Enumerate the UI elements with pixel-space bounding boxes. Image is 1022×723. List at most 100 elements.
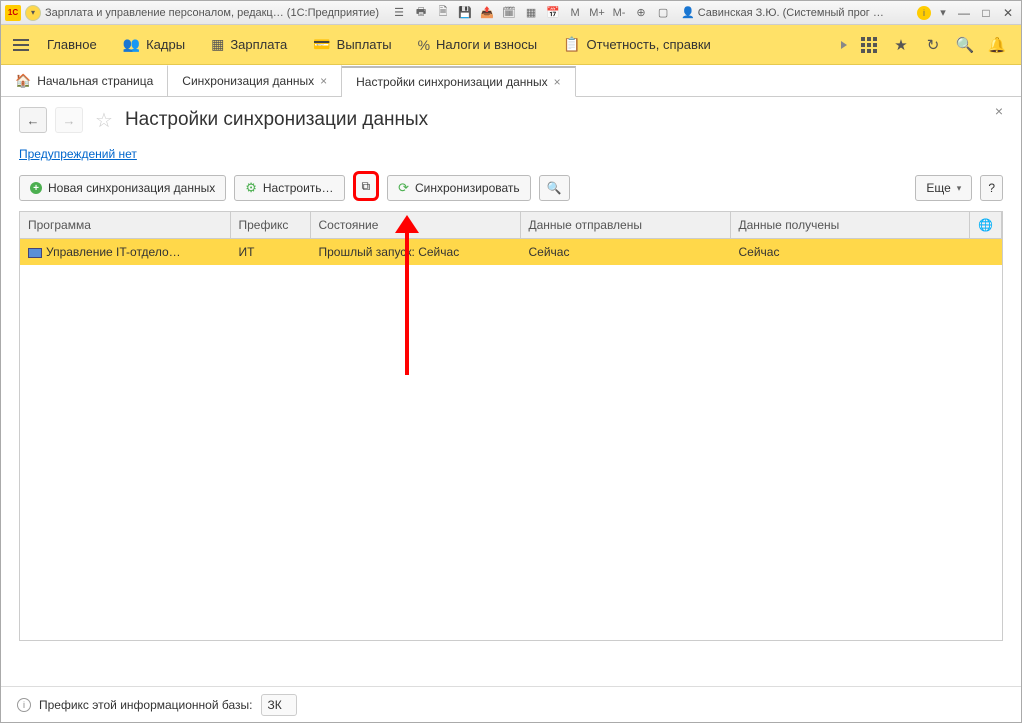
cell-program: Управление IT-отдело… xyxy=(46,245,181,259)
star-icon[interactable]: ★ xyxy=(891,35,911,55)
tab-sync-data[interactable]: Синхронизация данных × xyxy=(168,65,342,96)
new-sync-button[interactable]: + Новая синхронизация данных xyxy=(19,175,226,201)
main-navigation: Главное 👥 Кадры ▦ Зарплата 💳 Выплаты % Н… xyxy=(1,25,1021,65)
wallet-icon: 💳 xyxy=(313,36,330,53)
minimize-button[interactable]: — xyxy=(955,5,973,21)
save-icon[interactable]: 💾 xyxy=(457,5,473,21)
nav-forward-button[interactable]: → xyxy=(55,107,83,133)
document-tabs: 🏠 Начальная страница Синхронизация данны… xyxy=(1,65,1021,97)
globe-icon: 🌐 xyxy=(978,218,993,232)
titlebar-menu-icon[interactable]: ☰ xyxy=(391,5,407,21)
nav-payments[interactable]: 💳 Выплаты xyxy=(301,32,403,57)
user-name: Савинская З.Ю. (Системный прог … xyxy=(698,7,884,19)
info-circle-icon[interactable]: i xyxy=(17,698,31,712)
favorite-star-icon[interactable]: ☆ xyxy=(95,108,113,133)
col-prefix[interactable]: Префикс xyxy=(230,212,310,239)
tab-sync-settings[interactable]: Настройки синхронизации данных × xyxy=(342,66,576,97)
history-icon[interactable]: ↻ xyxy=(923,35,943,55)
cell-globe xyxy=(970,239,1002,266)
cell-sent: Сейчас xyxy=(520,239,730,266)
window-title: Зарплата и управление персоналом, редакц… xyxy=(45,7,379,19)
magnifier-refresh-icon: 🔍 xyxy=(547,181,562,195)
col-received[interactable]: Данные получены xyxy=(730,212,970,239)
apps-grid-icon[interactable] xyxy=(859,35,879,55)
synchronize-button[interactable]: ⟳ Синхронизировать xyxy=(387,175,531,201)
titlebar-dropdown-icon[interactable]: ▾ xyxy=(25,5,41,21)
nav-reports[interactable]: 📋 Отчетность, справки xyxy=(551,32,723,57)
nav-salary[interactable]: ▦ Зарплата xyxy=(199,32,299,57)
refresh-search-button[interactable]: 🔍 xyxy=(539,175,570,201)
tool1-icon[interactable]: 📤 xyxy=(479,5,495,21)
page-toolbar: + Новая синхронизация данных ⚙ Настроить… xyxy=(19,173,1003,203)
search-icon[interactable]: 🔍 xyxy=(955,35,975,55)
window-titlebar: 1C ▾ Зарплата и управление персоналом, р… xyxy=(1,1,1021,25)
home-icon: 🏠 xyxy=(15,73,31,89)
print-icon[interactable]: 🖶 xyxy=(413,5,429,21)
nav-back-button[interactable]: ← xyxy=(19,107,47,133)
m-plus-icon[interactable]: M+ xyxy=(589,5,605,21)
calendar-icon[interactable]: 📅 xyxy=(545,5,561,21)
nav-personnel[interactable]: 👥 Кадры xyxy=(111,32,197,57)
nav-main[interactable]: Главное xyxy=(35,33,109,56)
prefix-field[interactable]: ЗК xyxy=(261,694,297,716)
nav-salary-label: Зарплата xyxy=(230,37,287,52)
nav-reports-label: Отчетность, справки xyxy=(587,37,711,52)
configure-label: Настроить… xyxy=(263,181,334,195)
copy-sync-button[interactable]: ⧉ xyxy=(353,171,380,201)
plus-icon: + xyxy=(30,182,42,194)
tab-home-label: Начальная страница xyxy=(37,74,153,88)
zoom-icon[interactable]: ⊕ xyxy=(633,5,649,21)
configure-button[interactable]: ⚙ Настроить… xyxy=(234,175,344,201)
chevron-down-icon: ▾ xyxy=(957,183,962,194)
titlebar-dropdown2-icon[interactable]: ▾ xyxy=(935,5,951,21)
warnings-link[interactable]: Предупреждений нет xyxy=(19,147,137,161)
titlebar-user[interactable]: 👤 Савинская З.Ю. (Системный прог … xyxy=(681,6,884,19)
col-globe[interactable]: 🌐 xyxy=(970,212,1002,239)
panel-icon[interactable]: ▢ xyxy=(655,5,671,21)
col-program[interactable]: Программа xyxy=(20,212,230,239)
col-sent[interactable]: Данные отправлены xyxy=(520,212,730,239)
m-icon[interactable]: M xyxy=(567,5,583,21)
menu-burger-icon[interactable] xyxy=(9,33,33,57)
nav-taxes-label: Налоги и взносы xyxy=(436,37,537,52)
help-button[interactable]: ? xyxy=(980,175,1003,201)
tab-close-icon[interactable]: × xyxy=(320,74,327,88)
tab-sync-settings-label: Настройки синхронизации данных xyxy=(356,75,548,89)
help-label: ? xyxy=(988,181,995,195)
tab-home[interactable]: 🏠 Начальная страница xyxy=(1,65,168,96)
m-minus-icon[interactable]: M- xyxy=(611,5,627,21)
page-close-button[interactable]: × xyxy=(995,103,1003,119)
info-icon[interactable]: i xyxy=(917,6,931,20)
col-state[interactable]: Состояние xyxy=(310,212,520,239)
close-window-button[interactable]: ✕ xyxy=(999,5,1017,21)
more-button[interactable]: Еще ▾ xyxy=(915,175,972,201)
nav-taxes[interactable]: % Налоги и взносы xyxy=(406,33,550,57)
cell-state: Прошлый запуск: Сейчас xyxy=(310,239,520,266)
tab-close-icon[interactable]: × xyxy=(554,75,561,89)
report-icon: 📋 xyxy=(563,36,580,53)
nav-main-label: Главное xyxy=(47,37,97,52)
maximize-button[interactable]: □ xyxy=(977,5,995,21)
bell-icon[interactable]: 🔔 xyxy=(987,35,1007,55)
user-icon: 👤 xyxy=(681,6,695,19)
nav-payments-label: Выплаты xyxy=(337,37,392,52)
nav-personnel-label: Кадры xyxy=(146,37,185,52)
new-sync-label: Новая синхронизация данных xyxy=(48,181,215,195)
people-icon: 👥 xyxy=(123,36,140,53)
synchronize-label: Синхронизировать xyxy=(415,181,520,195)
calc-icon[interactable]: ▦ xyxy=(523,5,539,21)
gear-icon: ⚙ xyxy=(245,180,257,196)
cell-received: Сейчас xyxy=(730,239,970,266)
page-title: Настройки синхронизации данных xyxy=(125,109,428,131)
prefix-label: Префикс этой информационной базы: xyxy=(39,698,253,712)
percent-icon: % xyxy=(418,37,430,53)
cell-prefix: ИТ xyxy=(230,239,310,266)
more-label: Еще xyxy=(926,181,950,195)
table-icon: ▦ xyxy=(211,36,224,53)
table-row[interactable]: Управление IT-отдело… ИТ Прошлый запуск:… xyxy=(20,239,1002,266)
page-content: × ← → ☆ Настройки синхронизации данных П… xyxy=(1,97,1021,651)
nav-more-icon[interactable] xyxy=(841,41,847,49)
prefix-value: ЗК xyxy=(268,698,282,712)
tool2-icon[interactable]: 🗓 xyxy=(501,5,517,21)
preview-icon[interactable]: 🗎 xyxy=(435,5,451,21)
